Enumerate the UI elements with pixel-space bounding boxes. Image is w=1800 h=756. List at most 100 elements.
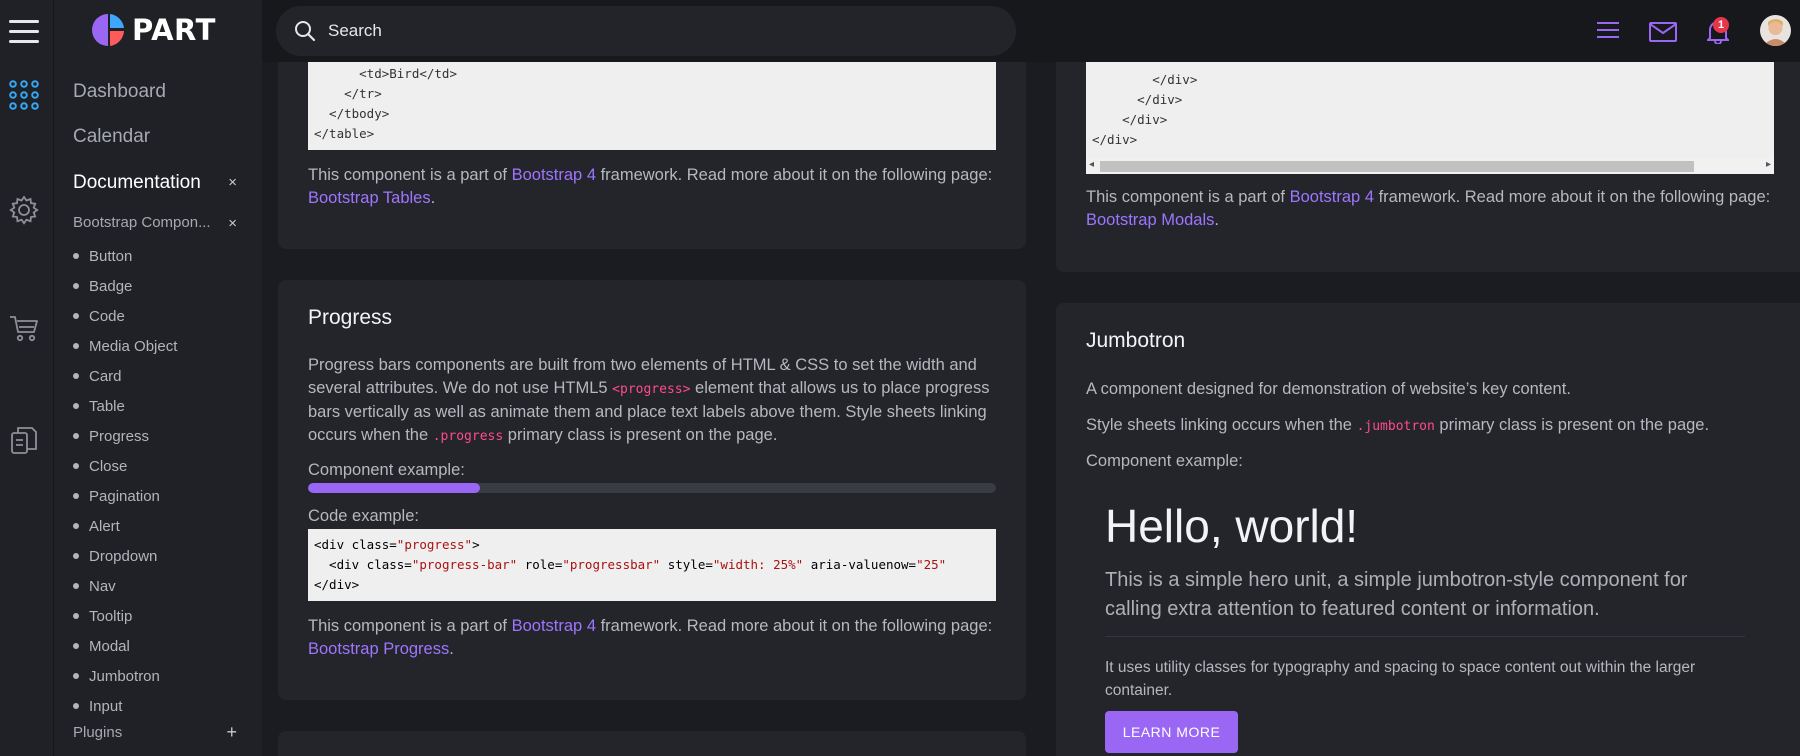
code-token: aria-valuenow= — [803, 557, 917, 572]
scrollbar-thumb[interactable] — [1100, 161, 1694, 172]
submenu-item-code[interactable]: Code — [73, 301, 177, 331]
nav-item-dashboard[interactable]: Dashboard — [73, 81, 166, 103]
bootstrap-progress-link[interactable]: Bootstrap Progress — [308, 640, 449, 658]
jumbotron-style-note: Style sheets linking occurs when the .ju… — [1086, 414, 1709, 438]
jumbotron-title: Jumbotron — [1086, 329, 1186, 352]
modal-card: </div> </div> </div> </div> This compone… — [1056, 40, 1800, 272]
progress-bar-fill — [308, 483, 480, 493]
search-box[interactable] — [276, 6, 1016, 56]
submenu-item-button[interactable]: Button — [73, 241, 177, 271]
submenu-item-input[interactable]: Input — [73, 691, 177, 721]
jumbotron-card: Jumbotron A component designed for demon… — [1056, 303, 1800, 756]
brand-name: PART — [132, 13, 216, 47]
brand-logo-icon — [92, 14, 124, 46]
code-string: "progressbar" — [562, 557, 661, 572]
learn-more-button[interactable]: LEARN MORE — [1105, 711, 1238, 753]
submenu-item-pagination[interactable]: Pagination — [73, 481, 177, 511]
code-token: style= — [660, 557, 713, 572]
code-string: "progress" — [396, 537, 473, 552]
submenu-item-modal[interactable]: Modal — [73, 631, 177, 661]
description-text: primary class is present on the page. — [503, 426, 778, 444]
code-line: </div> — [1092, 72, 1198, 87]
code-line: </div> — [1092, 112, 1168, 127]
sidebar-nav: PART Dashboard Calendar Documentation × … — [54, 0, 262, 756]
hero-lead: This is a simple hero unit, a simple jum… — [1105, 569, 1688, 620]
modal-code-block: </div> </div> </div> </div> — [1086, 62, 1774, 158]
bootstrap-4-link[interactable]: Bootstrap 4 — [512, 617, 596, 635]
submenu-item-tooltip[interactable]: Tooltip — [73, 601, 177, 631]
documents-icon[interactable] — [8, 424, 40, 456]
scroll-right-arrow-icon[interactable]: ▸ — [1766, 159, 1771, 170]
table-code-block: <td>Bird</td> </tr> </tbody> </table> — [308, 62, 996, 150]
note-text: primary class is present on the page. — [1434, 416, 1710, 434]
code-line: </table> — [314, 126, 375, 141]
next-card — [278, 731, 1026, 756]
apps-grid-icon[interactable] — [8, 78, 40, 110]
table-card-footnote: This component is a part of Bootstrap 4 … — [308, 164, 998, 210]
code-token: role= — [517, 557, 563, 572]
submenu-collapse-icon[interactable]: × — [228, 215, 237, 232]
code-line: <td>Bird</td> — [314, 66, 457, 81]
hero-divider — [1105, 636, 1745, 637]
brand-logo[interactable]: PART — [90, 12, 216, 48]
code-line: </tbody> — [314, 106, 390, 121]
hero-title: Hello, world! — [1105, 500, 1359, 552]
table-card: <td>Bird</td> </tr> </tbody> </table> Th… — [278, 40, 1026, 249]
notification-count-badge: 1 — [1713, 17, 1729, 33]
code-string: "width: 25%" — [712, 557, 804, 572]
bootstrap-4-link[interactable]: Bootstrap 4 — [512, 166, 596, 184]
code-token: <div class= — [314, 537, 397, 552]
bootstrap-4-link[interactable]: Bootstrap 4 — [1290, 188, 1374, 206]
submenu-item-jumbotron[interactable]: Jumbotron — [73, 661, 177, 691]
component-example-label: Component example: — [308, 461, 465, 479]
user-avatar[interactable] — [1760, 15, 1791, 46]
submenu-item-nav[interactable]: Nav — [73, 571, 177, 601]
submenu-item-table[interactable]: Table — [73, 391, 177, 421]
code-horizontal-scrollbar[interactable]: ◂ ▸ — [1086, 158, 1774, 174]
footnote-text: framework. Read more about it on the fol… — [596, 617, 993, 635]
bootstrap-tables-link[interactable]: Bootstrap Tables — [308, 189, 431, 207]
submenu-item-dropdown[interactable]: Dropdown — [73, 541, 177, 571]
footnote-text: framework. Read more about it on the fol… — [1374, 188, 1771, 206]
footnote-text: . — [449, 640, 454, 658]
submenu-item-alert[interactable]: Alert — [73, 511, 177, 541]
submenu-item-card[interactable]: Card — [73, 361, 177, 391]
code-line: </tr> — [314, 86, 382, 101]
nav-item-plugins[interactable]: Plugins — [73, 724, 122, 741]
icon-rail — [0, 0, 54, 756]
list-menu-icon[interactable] — [1597, 21, 1619, 44]
footnote-text: This component is a part of — [308, 166, 512, 184]
code-line: </div> — [1092, 92, 1183, 107]
code-token: > — [472, 537, 480, 552]
footnote-text: . — [1214, 211, 1219, 229]
inline-code: .progress — [432, 429, 504, 444]
bootstrap-modals-link[interactable]: Bootstrap Modals — [1086, 211, 1214, 229]
nav-item-calendar[interactable]: Calendar — [73, 126, 150, 148]
mail-icon[interactable] — [1649, 22, 1677, 47]
code-token: <div class= — [314, 557, 412, 572]
jumbotron-description: A component designed for demonstration o… — [1086, 380, 1571, 398]
hero-text: It uses utility classes for typography a… — [1105, 659, 1696, 699]
note-text: Style sheets linking occurs when the — [1086, 416, 1357, 434]
plugins-expand-icon[interactable]: + — [226, 722, 237, 743]
cart-icon[interactable] — [8, 312, 40, 344]
settings-gear-icon[interactable] — [8, 194, 40, 226]
code-example-label: Code example: — [308, 507, 419, 525]
documentation-collapse-icon[interactable]: × — [228, 174, 237, 191]
modal-card-footnote: This component is a part of Bootstrap 4 … — [1086, 186, 1786, 232]
submenu-item-progress[interactable]: Progress — [73, 421, 177, 451]
code-line: </div> — [1092, 132, 1138, 147]
submenu-item-badge[interactable]: Badge — [73, 271, 177, 301]
footnote-text: framework. Read more about it on the fol… — [596, 166, 993, 184]
submenu-bootstrap-components[interactable]: Bootstrap Compon... — [73, 214, 211, 231]
search-input[interactable] — [328, 21, 928, 41]
top-bar — [262, 0, 1800, 62]
scroll-left-arrow-icon[interactable]: ◂ — [1089, 159, 1094, 170]
search-icon — [295, 21, 316, 42]
submenu-item-media-object[interactable]: Media Object — [73, 331, 177, 361]
submenu-item-close[interactable]: Close — [73, 451, 177, 481]
nav-item-documentation[interactable]: Documentation — [73, 172, 201, 194]
progress-card-footnote: This component is a part of Bootstrap 4 … — [308, 615, 998, 661]
code-token: </div> — [314, 577, 360, 592]
menu-toggle-icon[interactable] — [9, 20, 39, 44]
